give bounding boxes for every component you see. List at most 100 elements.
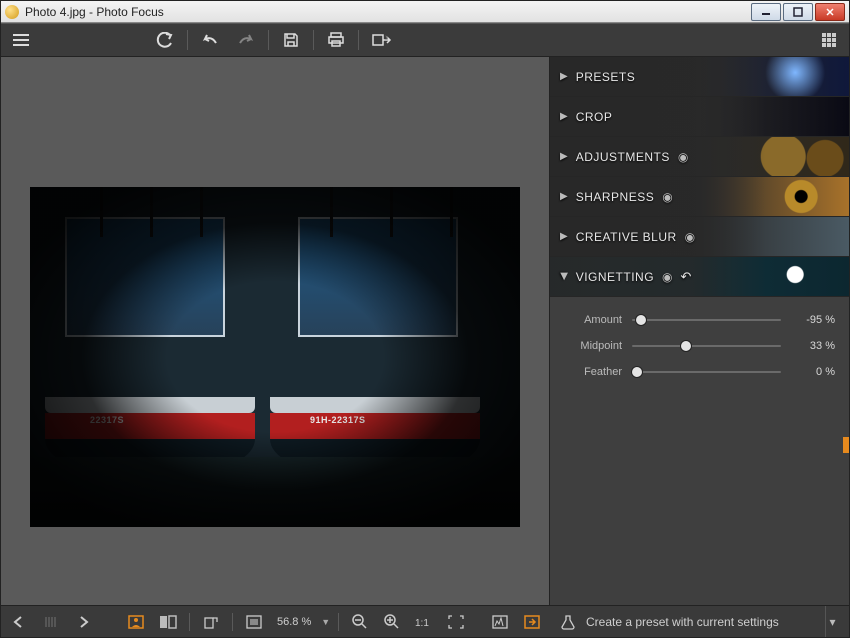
visibility-icon[interactable]: ◉ xyxy=(662,190,672,204)
portrait-icon xyxy=(128,615,144,629)
section-vignetting[interactable]: ▶ VIGNETTING ◉ ↶ xyxy=(550,257,849,297)
split-icon xyxy=(159,615,177,629)
zoom-in-button[interactable] xyxy=(379,611,405,633)
side-panel: ▶ PRESETS ▶ CROP ▶ ADJUSTMENTS ◉ ▶ SHARP… xyxy=(549,57,849,637)
side-expand-tab[interactable] xyxy=(843,437,849,453)
undo-icon xyxy=(201,33,219,47)
chevron-right-icon: ▶ xyxy=(560,71,568,82)
minimize-button[interactable] xyxy=(751,3,781,21)
top-toolbar xyxy=(1,23,849,57)
section-creative-blur[interactable]: ▶ CREATIVE BLUR ◉ xyxy=(550,217,849,257)
rotate-button[interactable] xyxy=(198,611,224,633)
menu-button[interactable] xyxy=(7,28,35,52)
actual-size-button[interactable]: 1:1 xyxy=(411,611,437,633)
chevron-right-icon: ▶ xyxy=(560,191,568,202)
close-icon xyxy=(825,7,835,17)
undo-button[interactable] xyxy=(196,28,224,52)
zoom-in-icon xyxy=(384,614,400,630)
chevron-right-icon: ▶ xyxy=(560,231,568,242)
app-icon xyxy=(5,5,19,19)
redo-icon xyxy=(237,33,255,47)
visibility-icon[interactable]: ◉ xyxy=(678,150,688,164)
app-window: Photo 4.jpg - Photo Focus xyxy=(0,0,850,638)
next-image-button[interactable] xyxy=(71,611,97,633)
zoom-out-icon xyxy=(352,614,368,630)
param-amount: Amount -95 % xyxy=(564,307,835,333)
fullscreen-icon xyxy=(448,615,464,629)
window-title: Photo 4.jpg - Photo Focus xyxy=(25,5,751,19)
amount-value: -95 % xyxy=(791,314,835,326)
section-presets[interactable]: ▶ PRESETS xyxy=(550,57,849,97)
vignetting-params: Amount -95 % Midpoint 33 % xyxy=(550,297,849,391)
midpoint-slider[interactable] xyxy=(632,339,781,353)
feather-slider[interactable] xyxy=(632,365,781,379)
reset-icon[interactable]: ↶ xyxy=(681,269,692,285)
create-preset-label: Create a preset with current settings xyxy=(586,615,779,629)
zoom-out-button[interactable] xyxy=(347,611,373,633)
vignette-overlay xyxy=(30,187,520,527)
arrow-left-icon xyxy=(13,616,27,628)
filmstrip-icon xyxy=(44,616,60,628)
undo-all-icon xyxy=(156,32,174,48)
maximize-icon xyxy=(793,7,803,17)
amount-slider[interactable] xyxy=(632,313,781,327)
visibility-icon[interactable]: ◉ xyxy=(662,270,672,284)
close-button[interactable] xyxy=(815,3,845,21)
prev-image-button[interactable] xyxy=(7,611,33,633)
save-icon xyxy=(283,32,299,48)
print-button[interactable] xyxy=(322,28,350,52)
section-label: CROP xyxy=(576,110,613,124)
grid-view-button[interactable] xyxy=(815,28,843,52)
photo-preview: 22317S 91H-22317S xyxy=(30,187,520,527)
titlebar: Photo 4.jpg - Photo Focus xyxy=(1,1,849,23)
compare-original-button[interactable] xyxy=(123,611,149,633)
fit-button[interactable] xyxy=(241,611,267,633)
rotate-icon xyxy=(203,614,219,630)
actual-size-icon: 1:1 xyxy=(415,615,433,629)
param-midpoint: Midpoint 33 % xyxy=(564,333,835,359)
bottom-toolbar: 56.8 % ▼ 1:1 xyxy=(1,605,551,637)
visibility-icon[interactable]: ◉ xyxy=(685,230,695,244)
zoom-dropdown-icon[interactable]: ▼ xyxy=(321,617,330,627)
section-adjustments[interactable]: ▶ ADJUSTMENTS ◉ xyxy=(550,137,849,177)
section-label: ADJUSTMENTS xyxy=(576,150,670,164)
param-label: Midpoint xyxy=(564,340,622,352)
save-button[interactable] xyxy=(277,28,305,52)
section-label: PRESETS xyxy=(576,70,636,84)
section-label: VIGNETTING xyxy=(576,270,654,284)
param-label: Amount xyxy=(564,314,622,326)
chevron-down-icon: ▶ xyxy=(558,273,569,281)
section-label: CREATIVE BLUR xyxy=(576,230,677,244)
feather-value: 0 % xyxy=(791,366,835,378)
histogram-icon xyxy=(492,615,508,629)
arrow-right-icon xyxy=(77,616,91,628)
minimize-icon xyxy=(761,7,771,17)
chevron-right-icon: ▶ xyxy=(560,111,568,122)
histogram-button[interactable] xyxy=(487,611,513,633)
export-icon xyxy=(372,32,396,48)
param-label: Feather xyxy=(564,366,622,378)
section-label: SHARPNESS xyxy=(576,190,655,204)
create-preset-bar[interactable]: Create a preset with current settings ▾ xyxy=(550,605,849,637)
redo-button[interactable] xyxy=(232,28,260,52)
undo-all-button[interactable] xyxy=(151,28,179,52)
maximize-button[interactable] xyxy=(783,3,813,21)
chevron-right-icon: ▶ xyxy=(560,151,568,162)
svg-text:1:1: 1:1 xyxy=(415,618,429,629)
panel-toggle-button[interactable] xyxy=(519,611,545,633)
hamburger-icon xyxy=(12,33,30,47)
fit-icon xyxy=(246,615,262,629)
export-button[interactable] xyxy=(367,28,401,52)
zoom-value: 56.8 % xyxy=(273,616,315,628)
fullscreen-button[interactable] xyxy=(443,611,469,633)
midpoint-value: 33 % xyxy=(791,340,835,352)
image-canvas[interactable]: 22317S 91H-22317S xyxy=(1,57,549,637)
preset-dropdown[interactable]: ▾ xyxy=(825,606,839,637)
print-icon xyxy=(327,32,345,48)
flask-icon xyxy=(560,614,576,630)
compare-split-button[interactable] xyxy=(155,611,181,633)
filmstrip-button[interactable] xyxy=(39,611,65,633)
section-sharpness[interactable]: ▶ SHARPNESS ◉ xyxy=(550,177,849,217)
section-crop[interactable]: ▶ CROP xyxy=(550,97,849,137)
panel-right-icon xyxy=(524,615,540,629)
